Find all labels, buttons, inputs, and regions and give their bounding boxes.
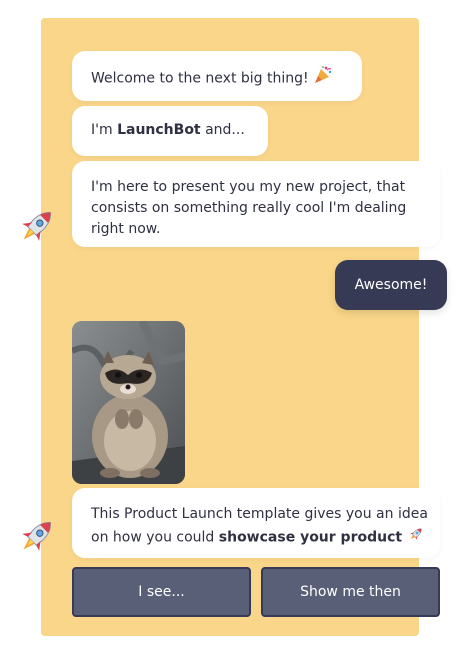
project-text: I'm here to present you my new project, …	[91, 179, 407, 237]
welcome-text: Welcome to the next big thing!	[91, 70, 309, 87]
rocket-icon	[14, 513, 60, 559]
intro-suffix: and...	[200, 122, 245, 138]
bot-message-intro: I'm LaunchBot and...	[72, 106, 268, 156]
rocket-icon	[14, 203, 60, 249]
bot-message-project: I'm here to present you my new project, …	[72, 161, 440, 247]
user-message-text: Awesome!	[354, 277, 428, 293]
template-bold-text: showcase your product	[218, 529, 403, 546]
bot-name: LaunchBot	[117, 122, 201, 138]
reply-button-i-see[interactable]: I see...	[72, 567, 251, 617]
raccoon-gif	[72, 321, 185, 484]
party-popper-icon	[313, 65, 333, 92]
rocket-small-icon	[407, 525, 425, 550]
reply-button-show-me-then[interactable]: Show me then	[261, 567, 440, 617]
bot-message-welcome: Welcome to the next big thing!	[72, 51, 362, 101]
intro-prefix: I'm	[91, 122, 118, 138]
bot-message-template: This Product Launch template gives you a…	[72, 488, 440, 558]
user-message-awesome: Awesome!	[335, 260, 447, 310]
